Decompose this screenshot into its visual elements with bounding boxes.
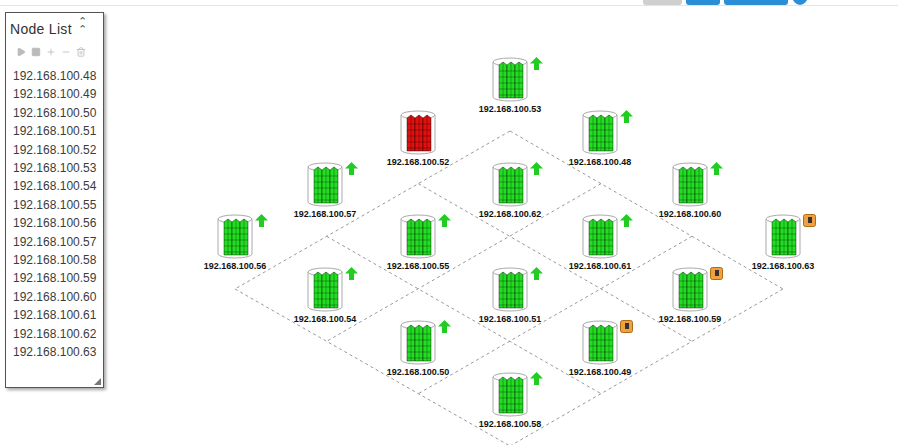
node-list-item[interactable]: 192.168.100.52 — [13, 141, 103, 159]
up-arrow-icon — [530, 267, 543, 280]
node-label: 192.168.100.50 — [387, 366, 450, 378]
help-button[interactable] — [792, 0, 808, 5]
stop-icon — [31, 47, 41, 57]
node[interactable]: 192.168.100.55 — [376, 212, 460, 272]
topology-canvas[interactable]: 192.168.100.53192.168.100.52192.168.100.… — [0, 6, 898, 445]
resize-grip-icon[interactable] — [94, 378, 101, 385]
top-toolbar — [0, 0, 898, 6]
grid-lines — [0, 6, 898, 445]
node-list-item[interactable]: 192.168.100.58 — [13, 251, 103, 269]
add-icon — [46, 47, 56, 57]
node-label: 192.168.100.53 — [479, 103, 542, 115]
server-icon — [488, 265, 532, 313]
node-list-item[interactable]: 192.168.100.63 — [13, 343, 103, 361]
warning-icon — [710, 267, 723, 280]
node-label: 192.168.100.51 — [479, 313, 542, 325]
server-icon — [396, 212, 440, 260]
node[interactable]: 192.168.100.50 — [376, 318, 460, 378]
node-label: 192.168.100.56 — [204, 260, 267, 272]
node-list-item[interactable]: 192.168.100.62 — [13, 325, 103, 343]
node-list-item[interactable]: 192.168.100.48 — [13, 67, 103, 85]
server-icon — [396, 318, 440, 366]
node-list-item[interactable]: 192.168.100.53 — [13, 159, 103, 177]
node-list-item[interactable]: 192.168.100.61 — [13, 306, 103, 324]
node-list-item[interactable]: 192.168.100.56 — [13, 214, 103, 232]
collapse-button[interactable]: ⌃⌃ — [78, 17, 87, 33]
node-list-item[interactable]: 192.168.100.50 — [13, 104, 103, 122]
server-icon — [213, 212, 257, 260]
server-icon — [488, 55, 532, 103]
node-label: 192.168.100.48 — [569, 156, 632, 168]
node-list-item[interactable]: 192.168.100.51 — [13, 122, 103, 140]
panel-header: Node List ⌃⌃ — [6, 13, 103, 43]
node[interactable]: 192.168.100.49 — [558, 318, 642, 378]
node-label: 192.168.100.54 — [294, 313, 357, 325]
panel-toolbar — [6, 43, 103, 63]
panel-title: Node List — [10, 21, 72, 37]
remove-icon — [61, 47, 71, 57]
toolbar-button[interactable] — [724, 0, 788, 5]
node[interactable]: 192.168.100.60 — [648, 160, 732, 220]
up-arrow-icon — [620, 214, 633, 227]
node[interactable]: 192.168.100.58 — [468, 370, 552, 430]
node-list-item[interactable]: 192.168.100.59 — [13, 269, 103, 287]
node-list: 192.168.100.48192.168.100.49192.168.100.… — [6, 63, 103, 362]
play-icon — [16, 47, 26, 57]
up-arrow-icon — [345, 162, 358, 175]
node-label: 192.168.100.60 — [659, 208, 722, 220]
server-icon — [761, 212, 805, 260]
node[interactable]: 192.168.100.62 — [468, 160, 552, 220]
node-label: 192.168.100.61 — [569, 260, 632, 272]
node-label: 192.168.100.49 — [569, 366, 632, 378]
node-label: 192.168.100.55 — [387, 260, 450, 272]
node-list-item[interactable]: 192.168.100.49 — [13, 85, 103, 103]
node-list-panel[interactable]: Node List⌃⌃192.168.100.48192.168.100.491… — [5, 12, 104, 388]
server-icon — [396, 108, 440, 156]
server-icon — [488, 160, 532, 208]
node-label: 192.168.100.58 — [479, 418, 542, 430]
node-label: 192.168.100.57 — [294, 208, 357, 220]
delete-icon — [76, 47, 86, 57]
node-list-item[interactable]: 192.168.100.60 — [13, 288, 103, 306]
up-arrow-icon — [255, 214, 268, 227]
up-arrow-icon — [438, 214, 451, 227]
server-icon — [488, 370, 532, 418]
toolbar-button[interactable] — [643, 0, 682, 5]
up-arrow-icon — [345, 267, 358, 280]
node[interactable]: 192.168.100.56 — [193, 212, 277, 272]
server-icon — [303, 160, 347, 208]
up-arrow-icon — [530, 57, 543, 70]
node[interactable]: 192.168.100.57 — [283, 160, 367, 220]
node-list-item[interactable]: 192.168.100.54 — [13, 177, 103, 195]
node-label: 192.168.100.59 — [659, 313, 722, 325]
node-label: 192.168.100.52 — [387, 156, 450, 168]
up-arrow-icon — [530, 372, 543, 385]
server-icon — [668, 160, 712, 208]
node-list-item[interactable]: 192.168.100.55 — [13, 196, 103, 214]
server-icon — [668, 265, 712, 313]
up-arrow-icon — [710, 162, 723, 175]
warning-icon — [620, 320, 633, 333]
node[interactable]: 192.168.100.54 — [283, 265, 367, 325]
server-icon — [578, 318, 622, 366]
node[interactable]: 192.168.100.52 — [376, 108, 460, 168]
node[interactable]: 192.168.100.48 — [558, 108, 642, 168]
up-arrow-icon — [438, 320, 451, 333]
server-icon — [578, 108, 622, 156]
server-icon — [578, 212, 622, 260]
page: 192.168.100.53192.168.100.52192.168.100.… — [0, 0, 898, 445]
node[interactable]: 192.168.100.53 — [468, 55, 552, 115]
node-list-item[interactable]: 192.168.100.57 — [13, 233, 103, 251]
up-arrow-icon — [620, 110, 633, 123]
node[interactable]: 192.168.100.61 — [558, 212, 642, 272]
up-arrow-icon — [530, 162, 543, 175]
node[interactable]: 192.168.100.51 — [468, 265, 552, 325]
warning-icon — [803, 214, 816, 227]
node[interactable]: 192.168.100.59 — [648, 265, 732, 325]
node-label: 192.168.100.62 — [479, 208, 542, 220]
server-icon — [303, 265, 347, 313]
node[interactable]: 192.168.100.63 — [741, 212, 825, 272]
node-label: 192.168.100.63 — [752, 260, 815, 272]
toolbar-button[interactable] — [686, 0, 720, 5]
